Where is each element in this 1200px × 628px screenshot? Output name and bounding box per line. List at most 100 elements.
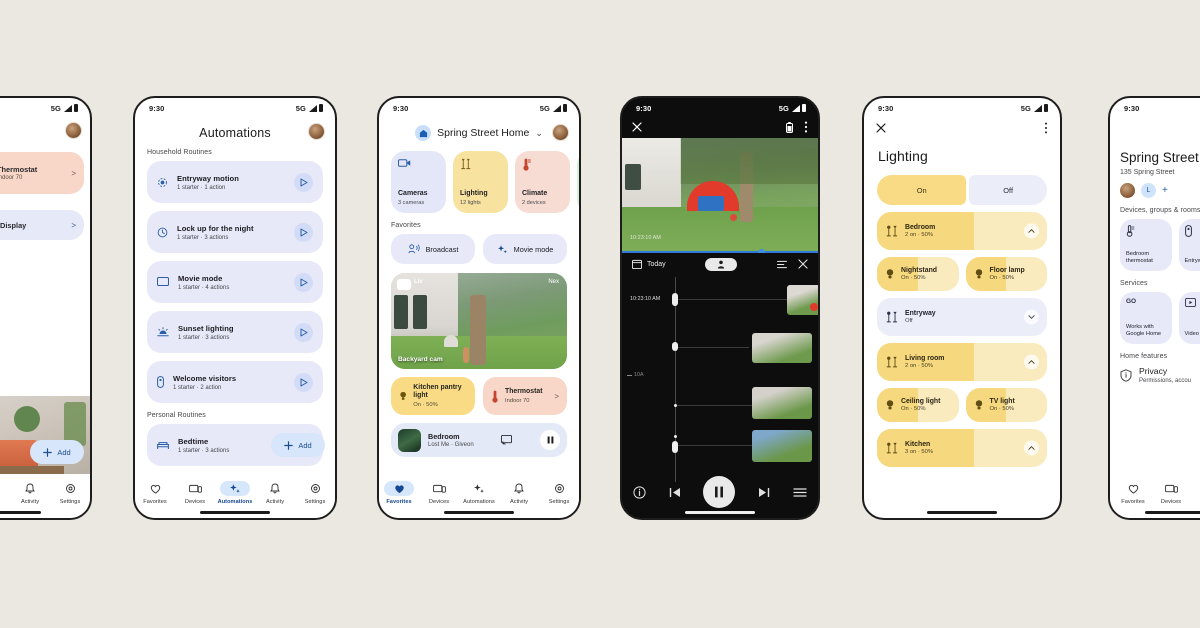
light-nightstand[interactable]: Nightstand On · 50%: [877, 257, 959, 291]
battery-icon: [802, 104, 806, 112]
skip-previous-icon[interactable]: [669, 487, 681, 498]
nav-item-devices[interactable]: Devices: [1154, 481, 1188, 505]
timeline-dot[interactable]: [673, 404, 677, 407]
device-bedroom-thermostat[interactable]: Bedroom thermostat: [1120, 219, 1172, 271]
nav-item-devices[interactable]: Devices: [419, 481, 459, 505]
display-card[interactable]: Display >: [0, 210, 84, 240]
collapse-button[interactable]: [1024, 440, 1039, 456]
service-works-with-google-home[interactable]: GO Works with Google Home: [1120, 292, 1172, 344]
chip-subtitle: 2 devices: [522, 200, 546, 206]
camera-live-view[interactable]: 10:23:10 AM: [622, 138, 818, 253]
avatar[interactable]: [308, 123, 325, 140]
automation-row[interactable]: Lock up for the night 1 starter · 3 acti…: [147, 211, 323, 253]
avatar[interactable]: [552, 124, 569, 141]
pause-button[interactable]: [540, 430, 560, 450]
chip-lighting[interactable]: Lighting 12 lights: [453, 151, 508, 213]
play-button[interactable]: [294, 322, 313, 342]
add-button[interactable]: Add: [271, 433, 325, 457]
timeline-handle[interactable]: [672, 293, 679, 306]
camera-feed-card[interactable]: Liv Nex Backyard cam: [391, 273, 567, 369]
battery-icon[interactable]: [786, 121, 793, 133]
collapse-button[interactable]: [1024, 223, 1039, 239]
light-ceiling-light[interactable]: Ceiling light On · 50%: [877, 388, 959, 422]
play-button[interactable]: [294, 172, 313, 192]
play-button[interactable]: [294, 222, 313, 242]
nav-item-activity[interactable]: Activity: [255, 481, 295, 505]
add-member-button[interactable]: +: [1162, 185, 1168, 196]
nav-item-activity[interactable]: Activity: [18, 481, 42, 505]
light-group-bedroom[interactable]: Bedroom 2 on · 50%: [877, 212, 1047, 250]
list-view-icon[interactable]: [777, 260, 787, 269]
service-video[interactable]: Video: [1178, 292, 1200, 344]
light-group-living-room[interactable]: Living room 2 on · 50%: [877, 343, 1047, 381]
nav-item-automations[interactable]: Automations: [215, 481, 255, 505]
avatar[interactable]: [1120, 183, 1135, 198]
more-vert-icon[interactable]: [804, 121, 808, 133]
device-entryway-doorbell[interactable]: Entryw doorb: [1178, 219, 1200, 271]
nav-item-activity[interactable]: Activity: [499, 481, 539, 505]
nav-item-settings[interactable]: Settings: [295, 481, 335, 505]
media-card[interactable]: Bedroom Lost Me · Giveon: [391, 423, 567, 457]
signal-icon: [552, 104, 561, 112]
favorite-broadcast[interactable]: Broadcast: [391, 234, 475, 264]
person-filter-button[interactable]: [705, 257, 738, 271]
nav-item-settings[interactable]: Settings: [58, 481, 82, 505]
toggle-on-button[interactable]: On: [877, 175, 967, 205]
automation-row[interactable]: Welcome visitors 1 starter · 2 action: [147, 361, 323, 403]
automation-row[interactable]: Movie mode 1 starter · 4 actions: [147, 261, 323, 303]
timeline-handle[interactable]: [672, 441, 679, 453]
nav-item-automations[interactable]: ons: [0, 481, 2, 505]
light-row: Nightstand On · 50% Floor lamp On · 50%: [877, 257, 1047, 291]
favorite-movie-mode[interactable]: Movie mode: [483, 234, 567, 264]
light-floor-lamp[interactable]: Floor lamp On · 50%: [965, 257, 1047, 291]
nav-item-favorites[interactable]: Favorites: [135, 481, 175, 505]
play-pause-button[interactable]: [703, 476, 736, 508]
light-group-entryway[interactable]: Entryway Off: [877, 298, 1047, 336]
avatar[interactable]: [65, 122, 82, 139]
event-thumbnail[interactable]: [752, 387, 812, 419]
chip-wifi[interactable]: W C: [577, 151, 579, 213]
info-icon[interactable]: [633, 485, 646, 499]
timeline-dot[interactable]: [673, 435, 677, 438]
chip-climate[interactable]: Climate 2 devices: [515, 151, 570, 213]
member-initial-avatar[interactable]: L: [1141, 183, 1156, 198]
skip-next-icon[interactable]: [758, 487, 770, 498]
home-selector[interactable]: Spring Street Home ⌄: [379, 124, 579, 141]
feature-privacy[interactable]: Privacy Permissions, accou: [1120, 366, 1200, 384]
close-icon[interactable]: [876, 123, 886, 133]
add-button[interactable]: Add: [30, 440, 84, 464]
event-thumbnail[interactable]: [752, 333, 812, 363]
tile-thermostat[interactable]: Thermostat Indoor 70 >: [483, 377, 567, 415]
toggle-off-button[interactable]: Off: [969, 175, 1047, 205]
event-thumbnail[interactable]: [752, 430, 812, 462]
event-timeline[interactable]: 10:23:10 AM 10A: [622, 277, 818, 482]
automation-row[interactable]: Sunset lighting 1 starter · 3 actions: [147, 311, 323, 353]
nav-item-automations[interactable]: Automations: [459, 481, 499, 505]
nav-item-favorites[interactable]: Favorites: [1116, 481, 1150, 505]
list-icon[interactable]: [793, 487, 807, 498]
play-button[interactable]: [294, 372, 313, 392]
more-vert-icon[interactable]: [1044, 122, 1048, 134]
nav-item-devices[interactable]: Devices: [175, 481, 215, 505]
timeline-handle[interactable]: [672, 342, 679, 351]
tile-kitchen-pantry-light[interactable]: Kitchen pantry light On · 50%: [391, 377, 475, 415]
date-selector[interactable]: Today: [632, 259, 666, 269]
scrubber-handle[interactable]: [758, 248, 765, 253]
play-button[interactable]: [294, 272, 313, 292]
scrubber-track[interactable]: [622, 251, 818, 253]
light-tv-light[interactable]: TV light On · 50%: [965, 388, 1047, 422]
nav-item-favorites[interactable]: Favorites: [379, 481, 419, 505]
expand-button[interactable]: [1024, 309, 1039, 325]
nav-item-settings[interactable]: Settings: [539, 481, 579, 505]
collapse-icon[interactable]: [798, 259, 808, 269]
event-thumbnail[interactable]: [787, 285, 818, 315]
close-icon[interactable]: [632, 122, 642, 132]
automation-row[interactable]: Bedtime 1 starter · 3 actions Add: [147, 424, 325, 466]
cast-icon[interactable]: [501, 435, 513, 445]
thermostat-card[interactable]: Thermostat Indoor 70 >: [0, 152, 84, 194]
chip-cameras[interactable]: Cameras 3 cameras: [391, 151, 446, 213]
automation-row[interactable]: Entryway motion 1 starter · 1 action: [147, 161, 323, 203]
collapse-button[interactable]: [1024, 354, 1039, 370]
nav-item-automations[interactable]: Aut: [1192, 481, 1200, 505]
light-group-kitchen[interactable]: Kitchen 3 on · 50%: [877, 429, 1047, 467]
